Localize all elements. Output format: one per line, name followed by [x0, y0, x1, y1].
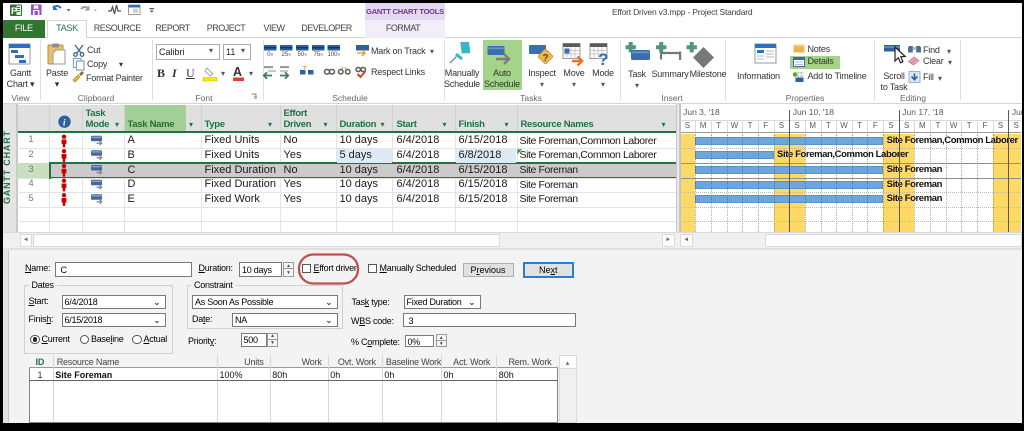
- svg-text:?: ?: [543, 53, 549, 64]
- svg-text:?: ?: [598, 50, 608, 69]
